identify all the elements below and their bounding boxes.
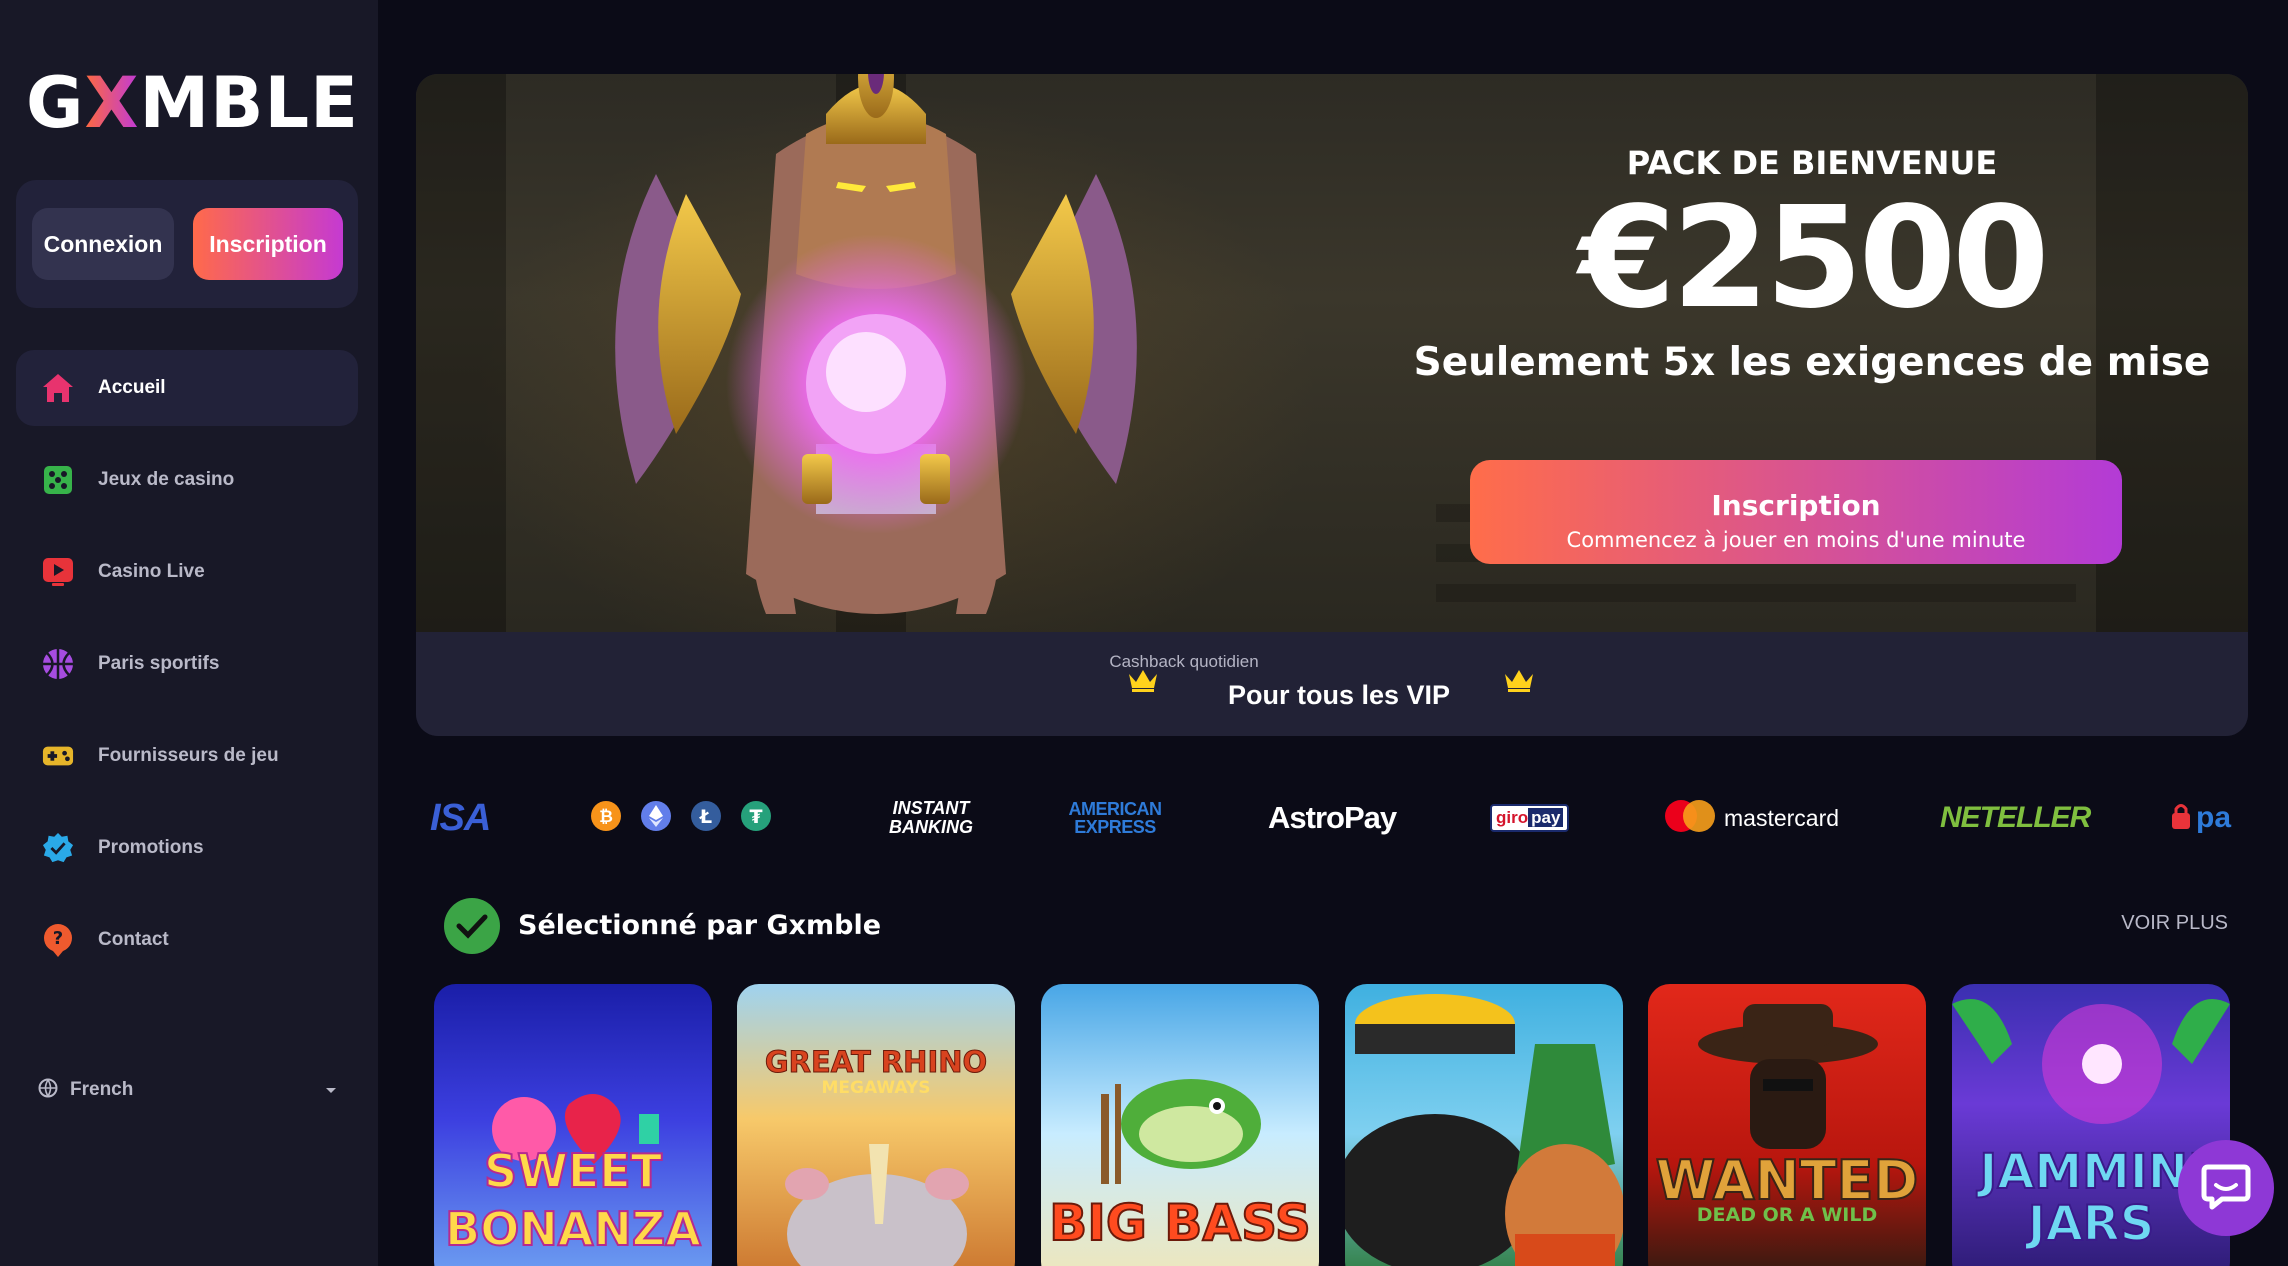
- hero-pharaoh-illustration: [615, 74, 1137, 614]
- sidebar-item-label: Fournisseurs de jeu: [98, 745, 279, 766]
- game-title-line2: BONANZA: [444, 1202, 702, 1256]
- logo-letters-mble: MBLE: [139, 62, 359, 144]
- giropay-giro-text: giro: [1496, 808, 1529, 827]
- payment-visa: ISA: [430, 796, 491, 839]
- sidebar-item-sports-betting[interactable]: Paris sportifs: [16, 626, 358, 702]
- home-icon: [42, 372, 74, 404]
- rhino-illustration: [785, 1144, 969, 1266]
- sidebar-item-label: Paris sportifs: [98, 653, 220, 674]
- basketball-icon: [42, 648, 74, 680]
- sidebar: GXMBLE Connexion Inscription Accueil Jeu…: [0, 0, 378, 1266]
- language-selector[interactable]: French: [38, 1072, 338, 1108]
- sidebar-item-live-casino[interactable]: Casino Live: [16, 534, 358, 610]
- game-title-line1: WANTED: [1655, 1149, 1920, 1212]
- sidebar-item-label: Casino Live: [98, 561, 205, 582]
- featured-section-header: Sélectionné par Gxmble VOIR PLUS: [444, 898, 2228, 956]
- live-play-icon: [42, 556, 74, 588]
- payment-instant-banking: INSTANT BANKING: [889, 798, 973, 837]
- tether-icon: ₮: [740, 800, 772, 837]
- language-label: French: [70, 1079, 134, 1100]
- game-title-line1: BIG BASS: [1048, 1194, 1312, 1252]
- lock-icon: [2170, 802, 2192, 835]
- payment-mastercard: mastercard: [1664, 790, 1839, 846]
- sidebar-item-casino-games[interactable]: Jeux de casino: [16, 442, 358, 518]
- payment-astropay: AstroPay: [1268, 800, 1397, 835]
- games-carousel: SWEET BONANZA GREAT RHINO MEGAWAYS BIG B…: [434, 984, 2234, 1266]
- leprechaun-illustration: [1345, 994, 1623, 1266]
- cowboy-illustration: [1698, 1004, 1878, 1149]
- sidebar-item-label: Accueil: [98, 377, 166, 398]
- game-card[interactable]: WANTED DEAD OR A WILD: [1648, 984, 1926, 1266]
- signup-button[interactable]: Inscription: [193, 208, 343, 280]
- sidebar-item-contact[interactable]: ? Contact: [16, 902, 358, 978]
- sidebar-item-label: Contact: [98, 929, 169, 950]
- chat-bubble-icon: [2200, 1161, 2252, 1216]
- hero-signup-subtitle: Commencez à jouer en moins d'une minute: [1566, 527, 2026, 552]
- cashback-headline: Pour tous les VIP: [1228, 680, 1451, 710]
- app-root: GXMBLE Connexion Inscription Accueil Jeu…: [0, 0, 2288, 1266]
- help-icon: ?: [42, 924, 74, 957]
- paysafe-label: pa: [2196, 801, 2232, 834]
- svg-text:₿: ₿: [599, 807, 613, 827]
- payment-american-express: AMERICAN EXPRESS: [1068, 799, 1163, 837]
- ethereum-icon: [640, 800, 672, 837]
- sidebar-item-game-providers[interactable]: Fournisseurs de jeu: [16, 718, 358, 794]
- svg-text:Ł: Ł: [699, 806, 712, 828]
- dice-icon: [42, 464, 74, 496]
- cashback-caption: Cashback quotidien: [416, 652, 2248, 672]
- mastercard-icon: [1664, 799, 1716, 838]
- game-card[interactable]: SWEET BONANZA: [434, 984, 712, 1266]
- live-chat-button[interactable]: [2178, 1140, 2274, 1236]
- game-title-line2: MEGAWAYS: [821, 1078, 931, 1098]
- login-button[interactable]: Connexion: [32, 208, 174, 280]
- promo-badge-icon: [42, 832, 74, 864]
- auth-panel: Connexion Inscription: [16, 180, 358, 308]
- gamepad-icon: [42, 740, 74, 772]
- sidebar-item-label: Promotions: [98, 837, 204, 858]
- sidebar-item-label: Jeux de casino: [98, 469, 235, 490]
- mastercard-label: mastercard: [1724, 804, 1840, 831]
- welcome-offer: PACK DE BIENVENUE €2500 Seulement 5x les…: [1376, 144, 2248, 385]
- logo-letter-x: X: [84, 62, 140, 144]
- giropay-pay-text: pay: [1528, 808, 1564, 827]
- svg-text:?: ?: [53, 928, 63, 949]
- game-card[interactable]: BIG BASS: [1041, 984, 1319, 1266]
- payment-neteller: NETELLER: [1940, 801, 2091, 834]
- checkmark-icon: [444, 898, 500, 954]
- hero-signup-title: Inscription: [1711, 488, 1881, 522]
- crown-icon: [1504, 668, 1534, 697]
- game-card[interactable]: GREAT RHINO MEGAWAYS: [737, 984, 1015, 1266]
- logo-letter-g: G: [26, 62, 85, 144]
- crown-icon: [1128, 668, 1158, 697]
- welcome-offer-amount: €2500: [1578, 177, 2049, 340]
- payment-crypto-group: ₿ Ł ₮: [590, 790, 772, 846]
- payment-paysafe: pa: [2170, 790, 2231, 846]
- chevron-down-icon: [324, 1082, 338, 1100]
- game-title-line1: GREAT RHINO: [764, 1045, 988, 1079]
- disco-lights-illustration: [1952, 999, 2230, 1124]
- see-more-link[interactable]: VOIR PLUS: [2121, 912, 2228, 935]
- bass-fish-illustration: [1101, 1079, 1261, 1184]
- payment-giropay: giro pay: [1490, 790, 1570, 846]
- game-title-line1: SWEET: [483, 1144, 663, 1198]
- hero-banner: Cashback quotidien Pour tous les VIP PAC…: [416, 74, 2248, 736]
- litecoin-icon: Ł: [690, 800, 722, 837]
- hero-signup-button[interactable]: Inscription Commencez à jouer en moins d…: [1470, 460, 2122, 564]
- bitcoin-icon: ₿: [590, 800, 622, 837]
- sidebar-item-home[interactable]: Accueil: [16, 350, 358, 426]
- brand-logo[interactable]: GXMBLE: [26, 68, 359, 138]
- sidebar-item-promotions[interactable]: Promotions: [16, 810, 358, 886]
- game-card[interactable]: JAMMIN' JARS: [1952, 984, 2230, 1266]
- section-title: Sélectionné par Gxmble: [518, 910, 882, 941]
- globe-icon: [38, 1078, 58, 1103]
- game-card[interactable]: [1345, 984, 1623, 1266]
- game-title-line2: DEAD OR A WILD: [1696, 1204, 1878, 1226]
- svg-text:₮: ₮: [749, 806, 762, 828]
- welcome-offer-subtitle: Seulement 5x les exigences de mise: [1413, 340, 2211, 385]
- sidebar-nav: Accueil Jeux de casino Casino Live Paris…: [16, 350, 358, 994]
- payment-methods-strip: ISA ₿ Ł ₮ INSTANT BANKING AMERICAN EXPRE…: [416, 790, 2248, 846]
